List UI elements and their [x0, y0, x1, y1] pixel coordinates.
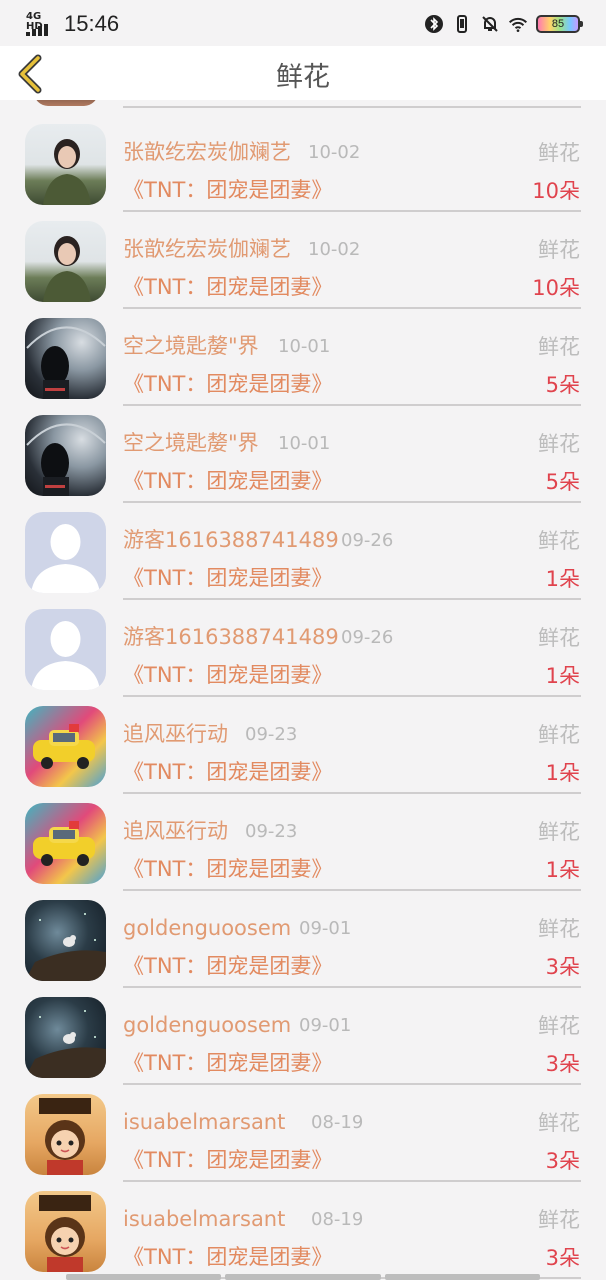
- avatar[interactable]: [25, 415, 106, 496]
- date: 08-19: [311, 1209, 364, 1230]
- gift-amount: 1朵: [545, 761, 580, 785]
- username[interactable]: 追风巫行动: [123, 720, 228, 748]
- avatar[interactable]: [25, 706, 106, 787]
- username[interactable]: goldenguoosem: [123, 1011, 291, 1039]
- avatar[interactable]: [25, 1191, 106, 1272]
- avatar[interactable]: [25, 997, 106, 1078]
- gift-record-list[interactable]: 张歆纥宏炭伽斓艺 10-02 鲜花 《TNT：团宠是团妻》 10朵 张歆纥宏炭伽斓艺 10-…: [0, 100, 606, 1280]
- date: 09-23: [245, 724, 298, 745]
- avatar[interactable]: [25, 512, 106, 593]
- gift-amount: 10朵: [532, 179, 580, 203]
- list-item[interactable]: 空之境匙嫠"界 10-01 鲜花《TNT：团宠是团妻》 5朵: [0, 302, 606, 406]
- book-title[interactable]: 《TNT：团宠是团妻》: [123, 1048, 332, 1078]
- gift-type: 鲜花: [538, 917, 580, 941]
- gift-type: 鲜花: [538, 626, 580, 650]
- date: 09-01: [299, 1015, 352, 1036]
- book-title[interactable]: 《TNT：团宠是团妻》: [123, 563, 332, 593]
- wifi-icon: [508, 17, 528, 32]
- battery-icon: 85: [536, 15, 583, 33]
- list-item[interactable]: isuabelmarsant 08-19 鲜花《TNT：团宠是团妻》 3朵: [0, 1175, 606, 1279]
- avatar[interactable]: [25, 221, 106, 302]
- list-item[interactable]: 追风巫行动 09-23 鲜花《TNT：团宠是团妻》 1朵: [0, 690, 606, 794]
- gift-type: 鲜花: [538, 1208, 580, 1232]
- username[interactable]: goldenguoosem: [123, 914, 291, 942]
- gift-type: 鲜花: [538, 820, 580, 844]
- username[interactable]: 空之境匙嫠"界: [123, 429, 259, 457]
- date: 10-01: [278, 336, 331, 357]
- gift-amount: 5朵: [545, 470, 580, 494]
- list-item[interactable]: 游客1616388741489 09-26 鲜花《TNT：团宠是团妻》 1朵: [0, 593, 606, 697]
- avatar: [34, 100, 98, 106]
- gift-type: 鲜花: [538, 529, 580, 553]
- gift-amount: 5朵: [545, 373, 580, 397]
- avatar[interactable]: [25, 124, 106, 205]
- book-title[interactable]: 《TNT：团宠是团妻》: [123, 175, 332, 205]
- username[interactable]: 张歆纥宏炭伽斓艺: [123, 138, 291, 166]
- vibrate-icon: [457, 15, 467, 33]
- bluetooth-icon: [425, 15, 443, 33]
- gift-amount: 3朵: [545, 1149, 580, 1173]
- username[interactable]: isuabelmarsant: [123, 1205, 285, 1233]
- list-item[interactable]: goldenguoosem 09-01 鲜花《TNT：团宠是团妻》 3朵: [0, 884, 606, 988]
- date: 10-01: [278, 433, 331, 454]
- page-title: 鲜花: [276, 62, 330, 93]
- date: 09-26: [341, 627, 394, 648]
- book-title[interactable]: 《TNT：团宠是团妻》: [123, 369, 332, 399]
- book-title[interactable]: 《TNT：团宠是团妻》: [123, 466, 332, 496]
- list-item[interactable]: 游客1616388741489 09-26 鲜花《TNT：团宠是团妻》 1朵: [0, 496, 606, 600]
- gift-amount: 3朵: [545, 1052, 580, 1076]
- gift-amount: 1朵: [545, 858, 580, 882]
- gift-type: 鲜花: [538, 335, 580, 359]
- gift-amount: 1朵: [545, 567, 580, 591]
- username[interactable]: 游客1616388741489: [123, 623, 339, 651]
- avatar[interactable]: [25, 1094, 106, 1175]
- username[interactable]: 空之境匙嫠"界: [123, 332, 259, 360]
- date: 10-02: [308, 142, 361, 163]
- book-title[interactable]: 《TNT：团宠是团妻》: [123, 272, 332, 302]
- gift-amount: 10朵: [532, 276, 580, 300]
- gift-type: 鲜花: [538, 723, 580, 747]
- bottom-bar: [66, 1274, 540, 1280]
- username[interactable]: 游客1616388741489: [123, 526, 339, 554]
- list-item[interactable]: 追风巫行动 09-23 鲜花《TNT：团宠是团妻》 1朵: [0, 787, 606, 891]
- gift-type: 鲜花: [538, 141, 580, 165]
- username[interactable]: 张歆纥宏炭伽斓艺: [123, 235, 291, 263]
- gift-type: 鲜花: [538, 432, 580, 456]
- gift-type: 鲜花: [538, 1111, 580, 1135]
- book-title[interactable]: 《TNT：团宠是团妻》: [123, 854, 332, 884]
- list-item[interactable]: [0, 100, 606, 108]
- list-item[interactable]: 张歆纥宏炭伽斓艺 10-02 鲜花《TNT：团宠是团妻》 10朵: [0, 108, 606, 212]
- battery-level: 85: [551, 18, 565, 30]
- list-item[interactable]: goldenguoosem 09-01 鲜花《TNT：团宠是团妻》 3朵: [0, 981, 606, 1085]
- date: 09-26: [341, 530, 394, 551]
- book-title[interactable]: 《TNT：团宠是团妻》: [123, 1242, 332, 1272]
- gift-type: 鲜花: [538, 238, 580, 262]
- gift-amount: 3朵: [545, 955, 580, 979]
- avatar[interactable]: [25, 900, 106, 981]
- list-item[interactable]: 空之境匙嫠"界 10-01 鲜花《TNT：团宠是团妻》 5朵: [0, 399, 606, 503]
- gift-type: 鲜花: [538, 1014, 580, 1038]
- list-item[interactable]: 张歆纥宏炭伽斓艺 10-02 鲜花《TNT：团宠是团妻》 10朵: [0, 205, 606, 309]
- signal-icon: 4G HD: [26, 12, 56, 36]
- gift-amount: 1朵: [545, 664, 580, 688]
- silent-bell-icon: [482, 16, 498, 32]
- list-item[interactable]: isuabelmarsant 08-19 鲜花《TNT：团宠是团妻》 3朵: [0, 1078, 606, 1182]
- username[interactable]: 追风巫行动: [123, 817, 228, 845]
- status-bar: 4G HD 15:46 85: [0, 0, 606, 46]
- avatar[interactable]: [25, 803, 106, 884]
- gift-amount: 3朵: [545, 1246, 580, 1270]
- date: 09-01: [299, 918, 352, 939]
- book-title[interactable]: 《TNT：团宠是团妻》: [123, 660, 332, 690]
- book-title[interactable]: 《TNT：团宠是团妻》: [123, 951, 332, 981]
- date: 08-19: [311, 1112, 364, 1133]
- avatar[interactable]: [25, 318, 106, 399]
- username[interactable]: isuabelmarsant: [123, 1108, 285, 1136]
- avatar[interactable]: [25, 609, 106, 690]
- date: 10-02: [308, 239, 361, 260]
- book-title[interactable]: 《TNT：团宠是团妻》: [123, 1145, 332, 1175]
- status-time: 15:46: [64, 11, 120, 36]
- date: 09-23: [245, 821, 298, 842]
- book-title[interactable]: 《TNT：团宠是团妻》: [123, 757, 332, 787]
- nav-bar: 鲜花: [0, 46, 606, 100]
